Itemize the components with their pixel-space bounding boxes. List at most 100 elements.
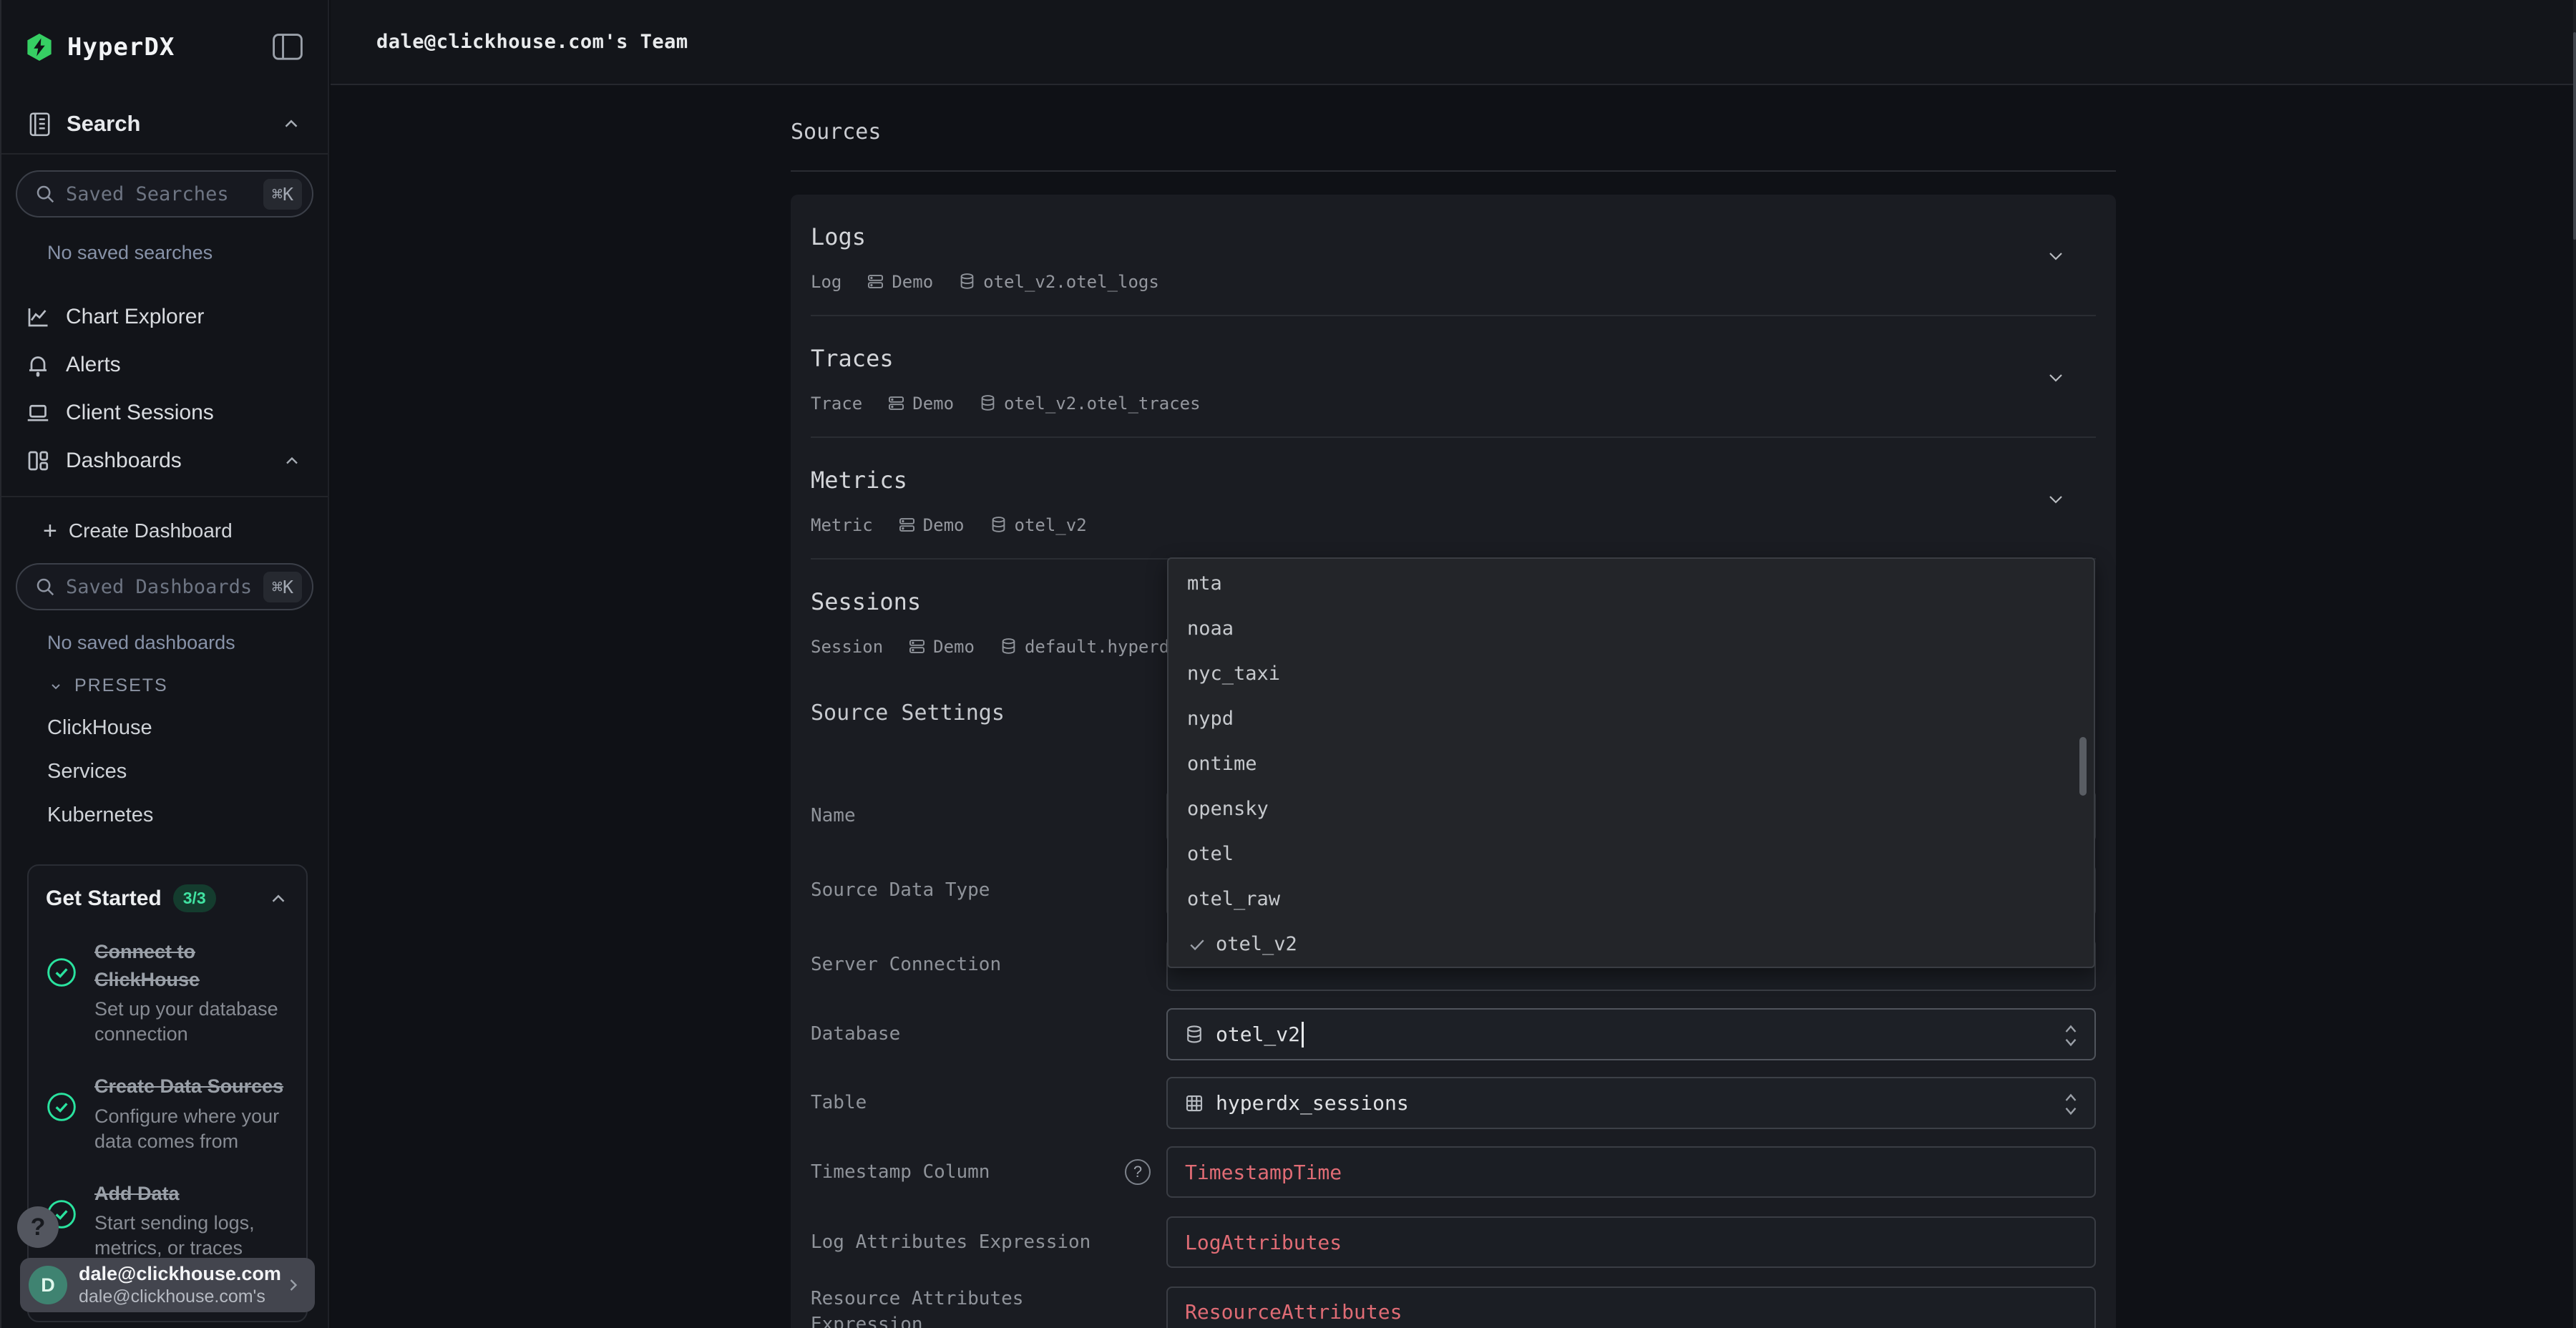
get-started-step-add-data[interactable]: Add Data Start sending logs, metrics, or…	[46, 1180, 289, 1261]
get-started-title: Get Started	[46, 887, 162, 911]
source-type: Session	[811, 637, 883, 657]
get-started-step-connect[interactable]: Connect to ClickHouse Set up your databa…	[46, 938, 289, 1047]
step-description: Set up your database connection	[94, 997, 289, 1047]
preset-item-services[interactable]: Services	[1, 760, 328, 783]
profile-team: dale@clickhouse.com's	[79, 1286, 283, 1307]
source-title: Traces	[811, 345, 2096, 372]
saved-dashboards-field[interactable]	[66, 576, 263, 598]
sidebar-section-search[interactable]: Search	[1, 94, 328, 153]
dropdown-option[interactable]: nyc_taxi	[1169, 651, 2094, 696]
select-updown-icon[interactable]	[2062, 1091, 2080, 1115]
sidebar: HyperDX Search ⌘K No	[0, 0, 329, 1328]
question-mark-icon: ?	[31, 1214, 46, 1241]
source-connection: Demo	[933, 637, 975, 657]
table-value: hyperdx_sessions	[1216, 1091, 1409, 1115]
bell-icon	[25, 352, 51, 378]
divider	[791, 170, 2116, 172]
nav-label: Chart Explorer	[66, 305, 302, 329]
sidebar-item-client-sessions[interactable]: Client Sessions	[1, 389, 328, 436]
chevron-up-icon[interactable]	[282, 451, 302, 471]
window-scrollbar-thumb[interactable]	[2573, 32, 2576, 240]
search-icon	[34, 576, 56, 597]
dropdown-option[interactable]: otel	[1169, 831, 2094, 877]
dropdown-scrollbar-thumb[interactable]	[2079, 737, 2087, 796]
no-saved-dashboards-note: No saved dashboards	[1, 632, 328, 654]
sidebar-search-label: Search	[67, 111, 280, 137]
dropdown-option[interactable]: opensky	[1169, 786, 2094, 831]
get-started-progress-badge: 3/3	[173, 884, 216, 912]
chevron-down-icon[interactable]	[2044, 488, 2067, 511]
resource-attributes-label: Resource Attributes Expression	[811, 1286, 1166, 1328]
source-section-logs: Logs Log Demo otel_v2.otel_logs	[811, 195, 2096, 316]
chevron-up-icon[interactable]	[280, 113, 302, 135]
get-started-header[interactable]: Get Started 3/3	[46, 884, 289, 912]
step-text: Create Data Sources Configure where your…	[94, 1073, 289, 1153]
sidebar-item-chart-explorer[interactable]: Chart Explorer	[1, 293, 328, 341]
chevron-down-icon[interactable]	[2044, 366, 2067, 389]
user-profile-menu[interactable]: D dale@clickhouse.com dale@clickhouse.co…	[20, 1258, 315, 1312]
source-data-type-label: Source Data Type	[811, 864, 1166, 917]
profile-name: dale@clickhouse.com	[79, 1263, 283, 1285]
dropdown-option[interactable]: ontime	[1169, 741, 2094, 786]
timestamp-column-field[interactable]: TimestampTime	[1166, 1146, 2096, 1198]
saved-searches-input[interactable]: ⌘K	[16, 170, 313, 218]
source-type: Log	[811, 272, 841, 292]
source-section-traces: Traces Trace Demo otel_v2.otel_traces	[811, 316, 2096, 438]
sources-heading: Sources	[791, 85, 2116, 145]
nav-label: Client Sessions	[66, 401, 302, 425]
logo-row: HyperDX	[1, 0, 328, 94]
dropdown-option[interactable]: otel_raw	[1169, 877, 2094, 922]
table-select[interactable]: hyperdx_sessions	[1166, 1077, 2096, 1129]
source-connection: Demo	[912, 394, 954, 414]
source-connection: Demo	[892, 272, 933, 292]
resource-attributes-field[interactable]: ResourceAttributes	[1166, 1286, 2096, 1328]
create-dashboard-button[interactable]: + Create Dashboard	[1, 507, 328, 555]
source-meta: Trace Demo otel_v2.otel_traces	[811, 392, 2096, 414]
shortcut-badge: ⌘K	[263, 179, 302, 210]
nav-label: Alerts	[66, 353, 302, 377]
sidebar-item-dashboards[interactable]: Dashboards	[1, 436, 328, 484]
saved-dashboards-input[interactable]: ⌘K	[16, 563, 313, 610]
step-title: Add Data	[94, 1180, 289, 1208]
sidebar-nav: Chart Explorer Alerts Client Sessions Da…	[1, 293, 328, 484]
dropdown-option[interactable]: nypd	[1169, 696, 2094, 741]
create-dashboard-label: Create Dashboard	[69, 519, 233, 542]
chevron-down-icon[interactable]	[2044, 245, 2067, 268]
avatar: D	[29, 1266, 67, 1304]
sidebar-collapse-icon[interactable]	[272, 33, 303, 62]
select-updown-icon[interactable]	[2062, 1022, 2080, 1047]
chevron-down-icon	[47, 678, 64, 695]
chevron-up-icon[interactable]	[268, 888, 289, 909]
database-icon	[957, 272, 977, 291]
help-button[interactable]: ?	[17, 1206, 59, 1248]
server-icon	[866, 272, 885, 291]
preset-item-clickhouse[interactable]: ClickHouse	[1, 716, 328, 740]
database-dropdown-menu: mta noaa nyc_taxi nypd ontime opensky ot…	[1167, 557, 2095, 968]
source-connection: Demo	[923, 515, 965, 535]
divider	[1, 153, 328, 155]
source-title: Logs	[811, 223, 2096, 250]
dropdown-option[interactable]: noaa	[1169, 606, 2094, 651]
check-circle-icon	[46, 1091, 77, 1123]
dropdown-option-selected[interactable]: otel_v2	[1169, 922, 2094, 967]
database-select[interactable]: otel_v2	[1166, 1008, 2096, 1060]
check-circle-icon	[46, 957, 77, 988]
preset-item-kubernetes[interactable]: Kubernetes	[1, 804, 328, 827]
search-icon	[34, 183, 56, 205]
saved-searches-field[interactable]	[66, 183, 263, 205]
sidebar-item-alerts[interactable]: Alerts	[1, 341, 328, 389]
form-row-database: Database otel_v2	[811, 1008, 2096, 1060]
dropdown-option[interactable]: mta	[1169, 561, 2094, 606]
step-title: Create Data Sources	[94, 1073, 289, 1100]
log-attributes-field[interactable]: LogAttributes	[1166, 1216, 2096, 1268]
timestamp-column-label: Timestamp Column ?	[811, 1146, 1166, 1198]
get-started-step-sources[interactable]: Create Data Sources Configure where your…	[46, 1073, 289, 1153]
profile-text: dale@clickhouse.com dale@clickhouse.com'…	[79, 1263, 283, 1307]
presets-toggle[interactable]: PRESETS	[1, 675, 328, 696]
no-saved-searches-note: No saved searches	[1, 242, 328, 264]
help-tooltip-icon[interactable]: ?	[1125, 1159, 1151, 1185]
search-journal-icon	[25, 110, 52, 137]
source-title: Metrics	[811, 467, 2096, 494]
step-title: Connect to ClickHouse	[94, 938, 289, 994]
source-table: otel_v2.otel_logs	[983, 272, 1159, 292]
